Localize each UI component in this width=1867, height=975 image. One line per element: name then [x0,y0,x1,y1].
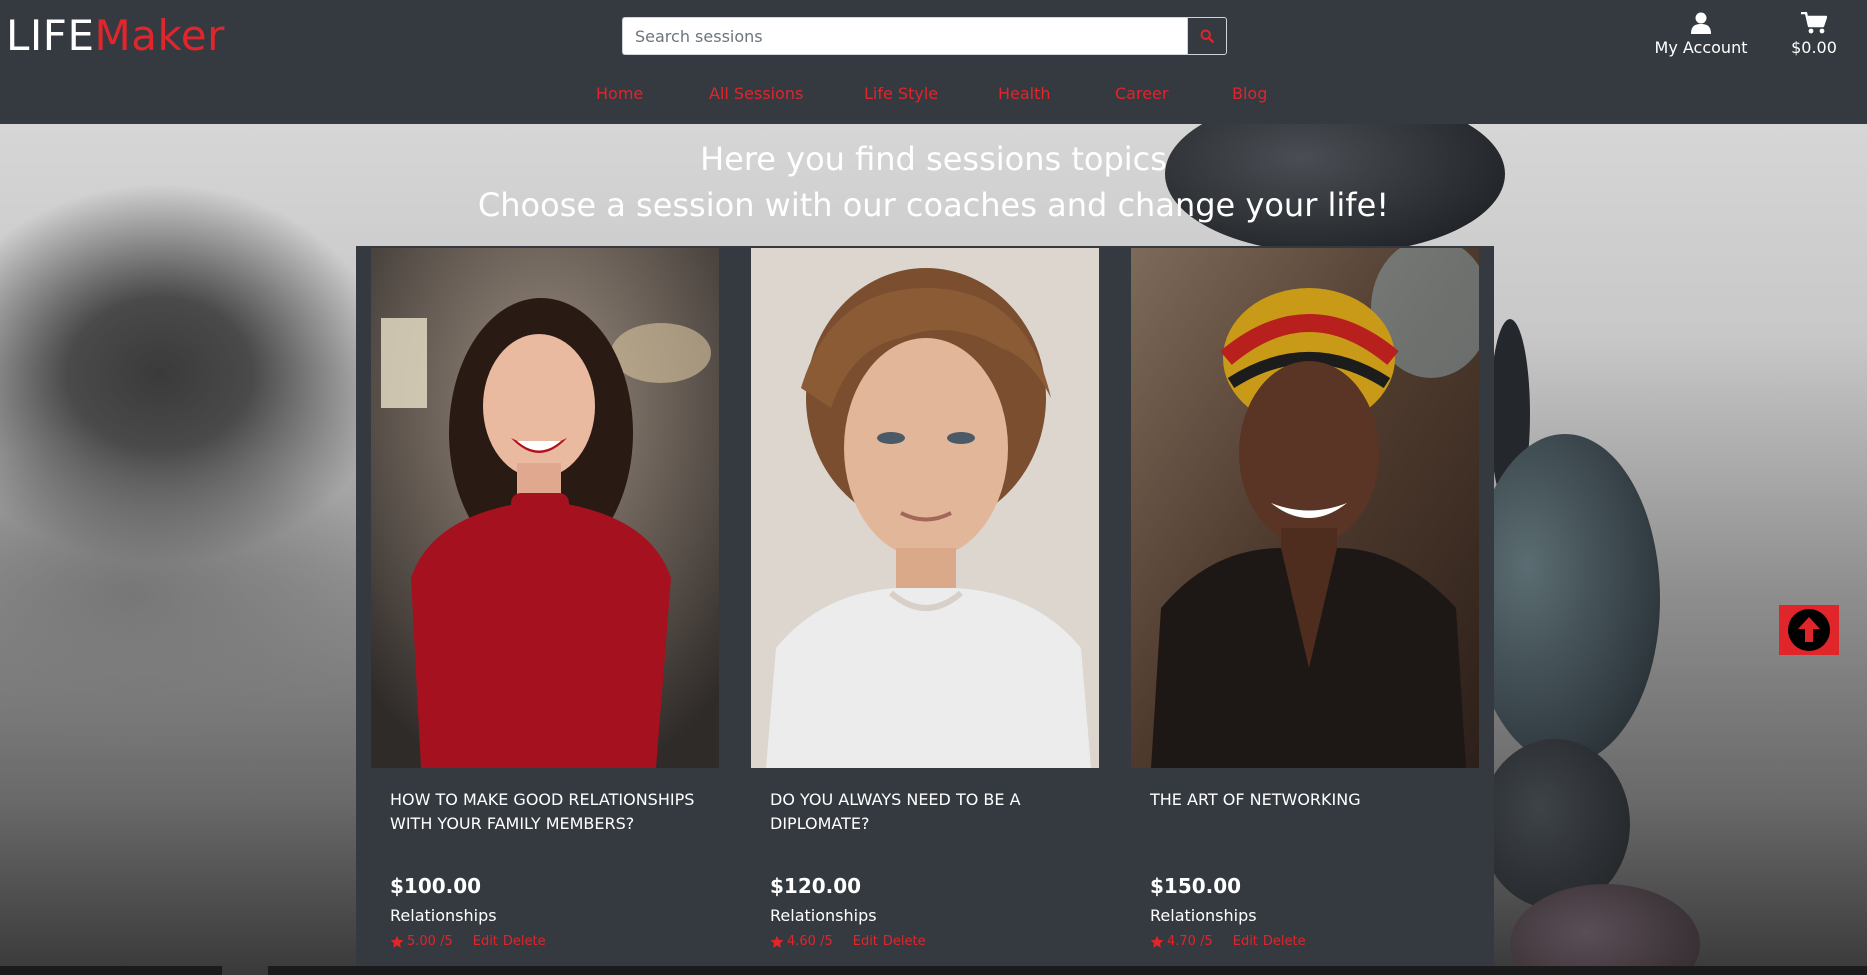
session-photo[interactable] [371,248,719,768]
session-meta: 4.70 /5 Edit Delete [1150,934,1311,949]
session-price: $100.00 [390,874,482,898]
hero-subheading: Choose a session with our coaches and ch… [477,186,1390,224]
nav-health[interactable]: Health [998,84,1051,103]
session-category: Relationships [1150,906,1257,925]
os-taskbar [0,966,1867,975]
sessions-grid: How to make good relationships with your… [356,246,1494,966]
session-title[interactable]: The art of networking [1150,788,1470,812]
session-photo[interactable] [1131,248,1479,768]
session-title[interactable]: Do you always need to be a diplomate? [770,788,1090,836]
search-icon [1200,29,1214,43]
session-meta: 5.00 /5 Edit Delete [390,934,551,949]
session-rating: 4.70 /5 [1167,934,1213,949]
search-bar [622,17,1227,55]
session-meta: 4.60 /5 Edit Delete [770,934,931,949]
edit-link[interactable]: Edit [473,934,498,949]
session-category: Relationships [390,906,497,925]
session-category: Relationships [770,906,877,925]
edit-link[interactable]: Edit [1233,934,1258,949]
delete-link[interactable]: Delete [883,934,926,949]
hero-background-stone [1470,434,1660,764]
my-account-label: My Account [1654,38,1748,57]
logo-maker: Maker [94,11,225,60]
session-title[interactable]: How to make good relationships with your… [390,788,710,836]
session-rating: 5.00 /5 [407,934,453,949]
nav-home[interactable]: Home [596,84,643,103]
search-input[interactable] [622,17,1187,55]
search-button[interactable] [1187,17,1227,55]
session-photo[interactable] [751,248,1099,768]
site-logo[interactable]: LIFEMaker [6,10,225,62]
user-icon [1691,12,1711,34]
session-price: $120.00 [770,874,862,898]
star-icon [1150,935,1164,949]
delete-link[interactable]: Delete [503,934,546,949]
nav-career[interactable]: Career [1115,84,1168,103]
scroll-to-top-button[interactable] [1779,605,1839,655]
site-header: LIFEMaker My Account $ [0,0,1867,124]
nav-life-style[interactable]: Life Style [864,84,938,103]
session-price: $150.00 [1150,874,1242,898]
cart-icon [1801,12,1827,34]
star-icon [770,935,784,949]
main-nav: Home All Sessions Life Style Health Care… [0,84,1867,108]
session-card[interactable]: Do you always need to be a diplomate? $1… [736,246,1116,966]
session-rating: 4.60 /5 [787,934,833,949]
hero-heading: Here you find sessions topics [700,140,1167,178]
star-icon [390,935,404,949]
taskbar-app-button[interactable] [222,966,268,975]
my-account-link[interactable]: My Account [1648,10,1754,57]
cart-total: $0.00 [1791,38,1837,57]
cart-link[interactable]: $0.00 [1786,10,1842,57]
nav-blog[interactable]: Blog [1232,84,1267,103]
arrow-up-circle-icon [1788,609,1830,651]
session-card[interactable]: The art of networking $150.00 Relationsh… [1116,246,1496,966]
delete-link[interactable]: Delete [1263,934,1306,949]
nav-all-sessions[interactable]: All Sessions [709,84,803,103]
edit-link[interactable]: Edit [853,934,878,949]
logo-life: LIFE [6,11,95,60]
session-card[interactable]: How to make good relationships with your… [356,246,736,966]
